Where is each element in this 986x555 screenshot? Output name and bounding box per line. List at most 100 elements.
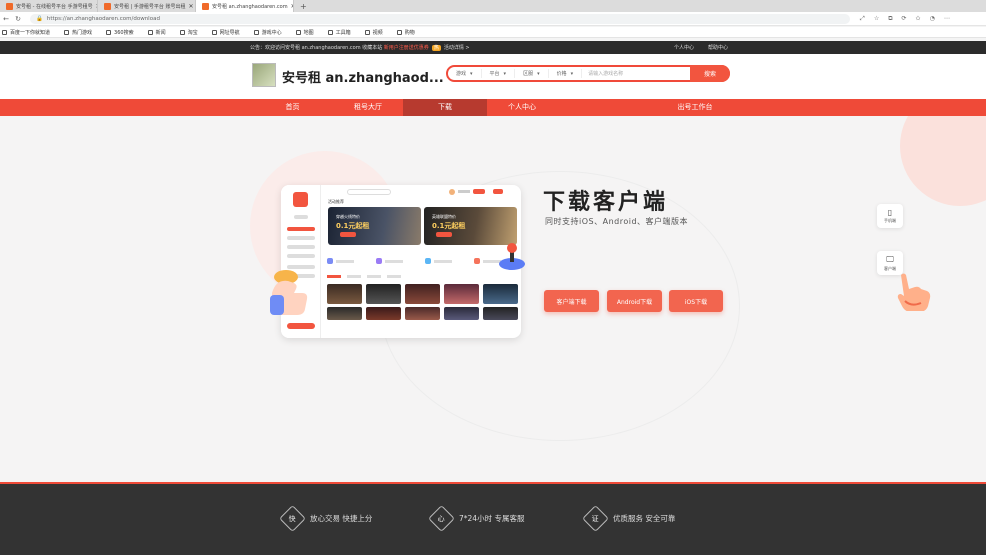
top-link-help[interactable]: 帮助中心 <box>708 44 728 51</box>
bookmark-icon <box>396 29 402 35</box>
tab-label: 安号租 - 在线租号平台 手游号租号 <box>16 3 93 10</box>
pointing-hand-illustration <box>897 273 931 311</box>
bookmark-item[interactable]: 视频 <box>364 29 383 36</box>
ios-download-button[interactable]: iOS下载 <box>669 290 723 312</box>
badge-text: 证 <box>592 514 599 523</box>
nav-item-rental-hall[interactable]: 租号大厅 <box>333 99 403 116</box>
badge-fast-icon: 快 <box>279 505 306 532</box>
bookmark-item[interactable]: 游戏中心 <box>253 29 282 36</box>
feature-text: 优质服务 安全可靠 <box>613 514 676 523</box>
reload-icon[interactable]: ↻ <box>12 15 24 23</box>
android-download-button[interactable]: Android下载 <box>607 290 662 312</box>
mock-tab <box>367 275 381 278</box>
zoom-icon[interactable]: ⤢ <box>860 15 865 23</box>
download-title: 下载客户端 <box>543 190 669 215</box>
new-tab-button[interactable]: + <box>294 2 313 11</box>
nav-item-seller-desk[interactable]: 出号工作台 <box>660 99 730 116</box>
site-name[interactable]: 安号租 an.zhanghaod... <box>282 67 444 86</box>
select-label: 游戏 <box>456 71 467 77</box>
bookmark-item[interactable]: 地图 <box>295 29 314 36</box>
profile-icon[interactable]: ◔ <box>930 15 935 23</box>
bookmark-icon <box>106 29 112 35</box>
mock-game-card <box>366 307 401 320</box>
bookmark-item[interactable]: 热门游戏 <box>64 29 92 36</box>
top-link-user-center[interactable]: 个人中心 <box>674 44 694 51</box>
bookmark-label: 新闻 <box>155 29 166 36</box>
search-select-price[interactable]: 价格 ▾ <box>549 69 583 78</box>
bookmark-icon <box>295 29 301 35</box>
site-footer: 快 放心交易 快捷上分 心 7*24小时 专属客服 证 优质服务 安全可靠 <box>0 482 986 555</box>
browser-tab-active[interactable]: 安号租 an.zhanghaodaren.com✕ <box>196 0 294 12</box>
url-field[interactable]: 🔒 https://an.zhanghaodaren.com/download <box>30 13 850 24</box>
nav-item-home[interactable]: 首页 <box>260 99 325 116</box>
bookmark-item[interactable]: 百度一下你就知道 <box>2 29 50 36</box>
bookmark-icon <box>327 29 333 35</box>
browser-tab[interactable]: 安号租 | 手游租号平台 账号出租 ✕ <box>98 0 196 12</box>
favicon-icon <box>202 2 209 10</box>
mock-shortcut-icon <box>376 258 382 264</box>
mock-logo <box>293 192 308 207</box>
mock-game-card <box>444 284 479 304</box>
bookmark-label: 视频 <box>372 29 383 36</box>
search-select-server[interactable]: 区服 ▾ <box>515 69 549 78</box>
notice-tail[interactable]: 活动详情 > <box>444 45 470 51</box>
back-icon[interactable]: ← <box>0 15 12 23</box>
favorites-icon[interactable]: ✩ <box>916 15 921 23</box>
favicon-icon <box>6 2 13 10</box>
monitor-icon: 🖵 <box>886 254 894 264</box>
main-nav: 首页 租号大厅 下载 个人中心 出号工作台 <box>0 99 986 116</box>
bookmark-item[interactable]: 网址导航 <box>211 29 240 36</box>
chevron-down-icon: ▾ <box>537 70 540 77</box>
float-mobile-button[interactable]: ▯ 手机端 <box>877 204 903 228</box>
badge-text: 快 <box>289 514 296 523</box>
mock-banner-button <box>436 232 452 237</box>
mock-tab <box>327 275 341 278</box>
app-screenshot-mockup: 活动推荐 穿越火线特价 0.1元起租 英雄联盟特价 0.1元起租 <box>281 185 521 338</box>
bookmark-label: 百度一下你就知道 <box>10 29 51 36</box>
search-select-platform[interactable]: 平台 ▾ <box>482 69 516 78</box>
bookmark-label: 地图 <box>303 29 314 36</box>
extensions-icon[interactable]: ⧉ <box>888 15 892 23</box>
site-logo[interactable] <box>252 63 276 87</box>
bookmark-item[interactable]: 新闻 <box>147 29 166 36</box>
close-icon[interactable]: ✕ <box>188 3 193 10</box>
select-label: 价格 <box>556 71 567 77</box>
search-button[interactable]: 搜索 <box>690 65 730 82</box>
feature-item: 快 放心交易 快捷上分 <box>279 505 372 532</box>
bookmark-item[interactable]: 购物 <box>396 29 415 36</box>
mock-shortcut-text <box>385 259 403 263</box>
bookmark-item[interactable]: 工具箱 <box>327 29 351 36</box>
bookmark-label: 游戏中心 <box>261 29 282 36</box>
mock-shortcut-text <box>434 259 452 263</box>
badge-heart-icon: 心 <box>428 505 455 532</box>
feature-text: 7*24小时 专属客服 <box>459 514 525 523</box>
mock-search <box>347 189 391 195</box>
refresh-icon[interactable]: ⟳ <box>902 15 907 23</box>
bookmark-label: 工具箱 <box>335 29 351 36</box>
feature-item: 证 优质服务 安全可靠 <box>582 505 676 532</box>
site-header: 安号租 an.zhanghaod... 游戏 ▾ 平台 ▾ 区服 ▾ 价格 ▾ 请输入游… <box>0 54 986 99</box>
star-icon[interactable]: ☆ <box>874 15 879 23</box>
bookmark-icon <box>179 29 185 35</box>
mock-menu-item <box>287 323 315 329</box>
mock-menu-item <box>294 215 308 219</box>
bookmark-label: 购物 <box>404 29 415 36</box>
download-subtitle: 同时支持iOS、Android、客户端版本 <box>545 217 689 226</box>
chevron-down-icon: ▾ <box>503 70 507 77</box>
browser-tab[interactable]: 安号租 - 在线租号平台 手游号租号✕ <box>0 0 98 12</box>
mock-game-grid <box>327 284 518 320</box>
badge-text: 心 <box>438 514 445 523</box>
bookmark-item[interactable]: 360搜索 <box>106 29 134 36</box>
pc-download-button[interactable]: 客户端下载 <box>544 290 599 312</box>
nav-item-download[interactable]: 下载 <box>403 99 487 116</box>
joystick-illustration <box>499 243 525 270</box>
select-label: 平台 <box>489 71 500 77</box>
search-input[interactable]: 请输入游戏名称 <box>582 70 690 77</box>
nav-item-user-center[interactable]: 个人中心 <box>492 99 552 116</box>
search-select-game[interactable]: 游戏 ▾ <box>448 69 482 78</box>
bookmark-item[interactable]: 淘宝 <box>179 29 198 36</box>
mock-badge <box>473 189 485 194</box>
notice-highlight[interactable]: 新用户注册送优惠券 <box>384 45 429 51</box>
mock-game-card <box>366 284 401 304</box>
menu-icon[interactable]: ⋯ <box>944 15 950 23</box>
